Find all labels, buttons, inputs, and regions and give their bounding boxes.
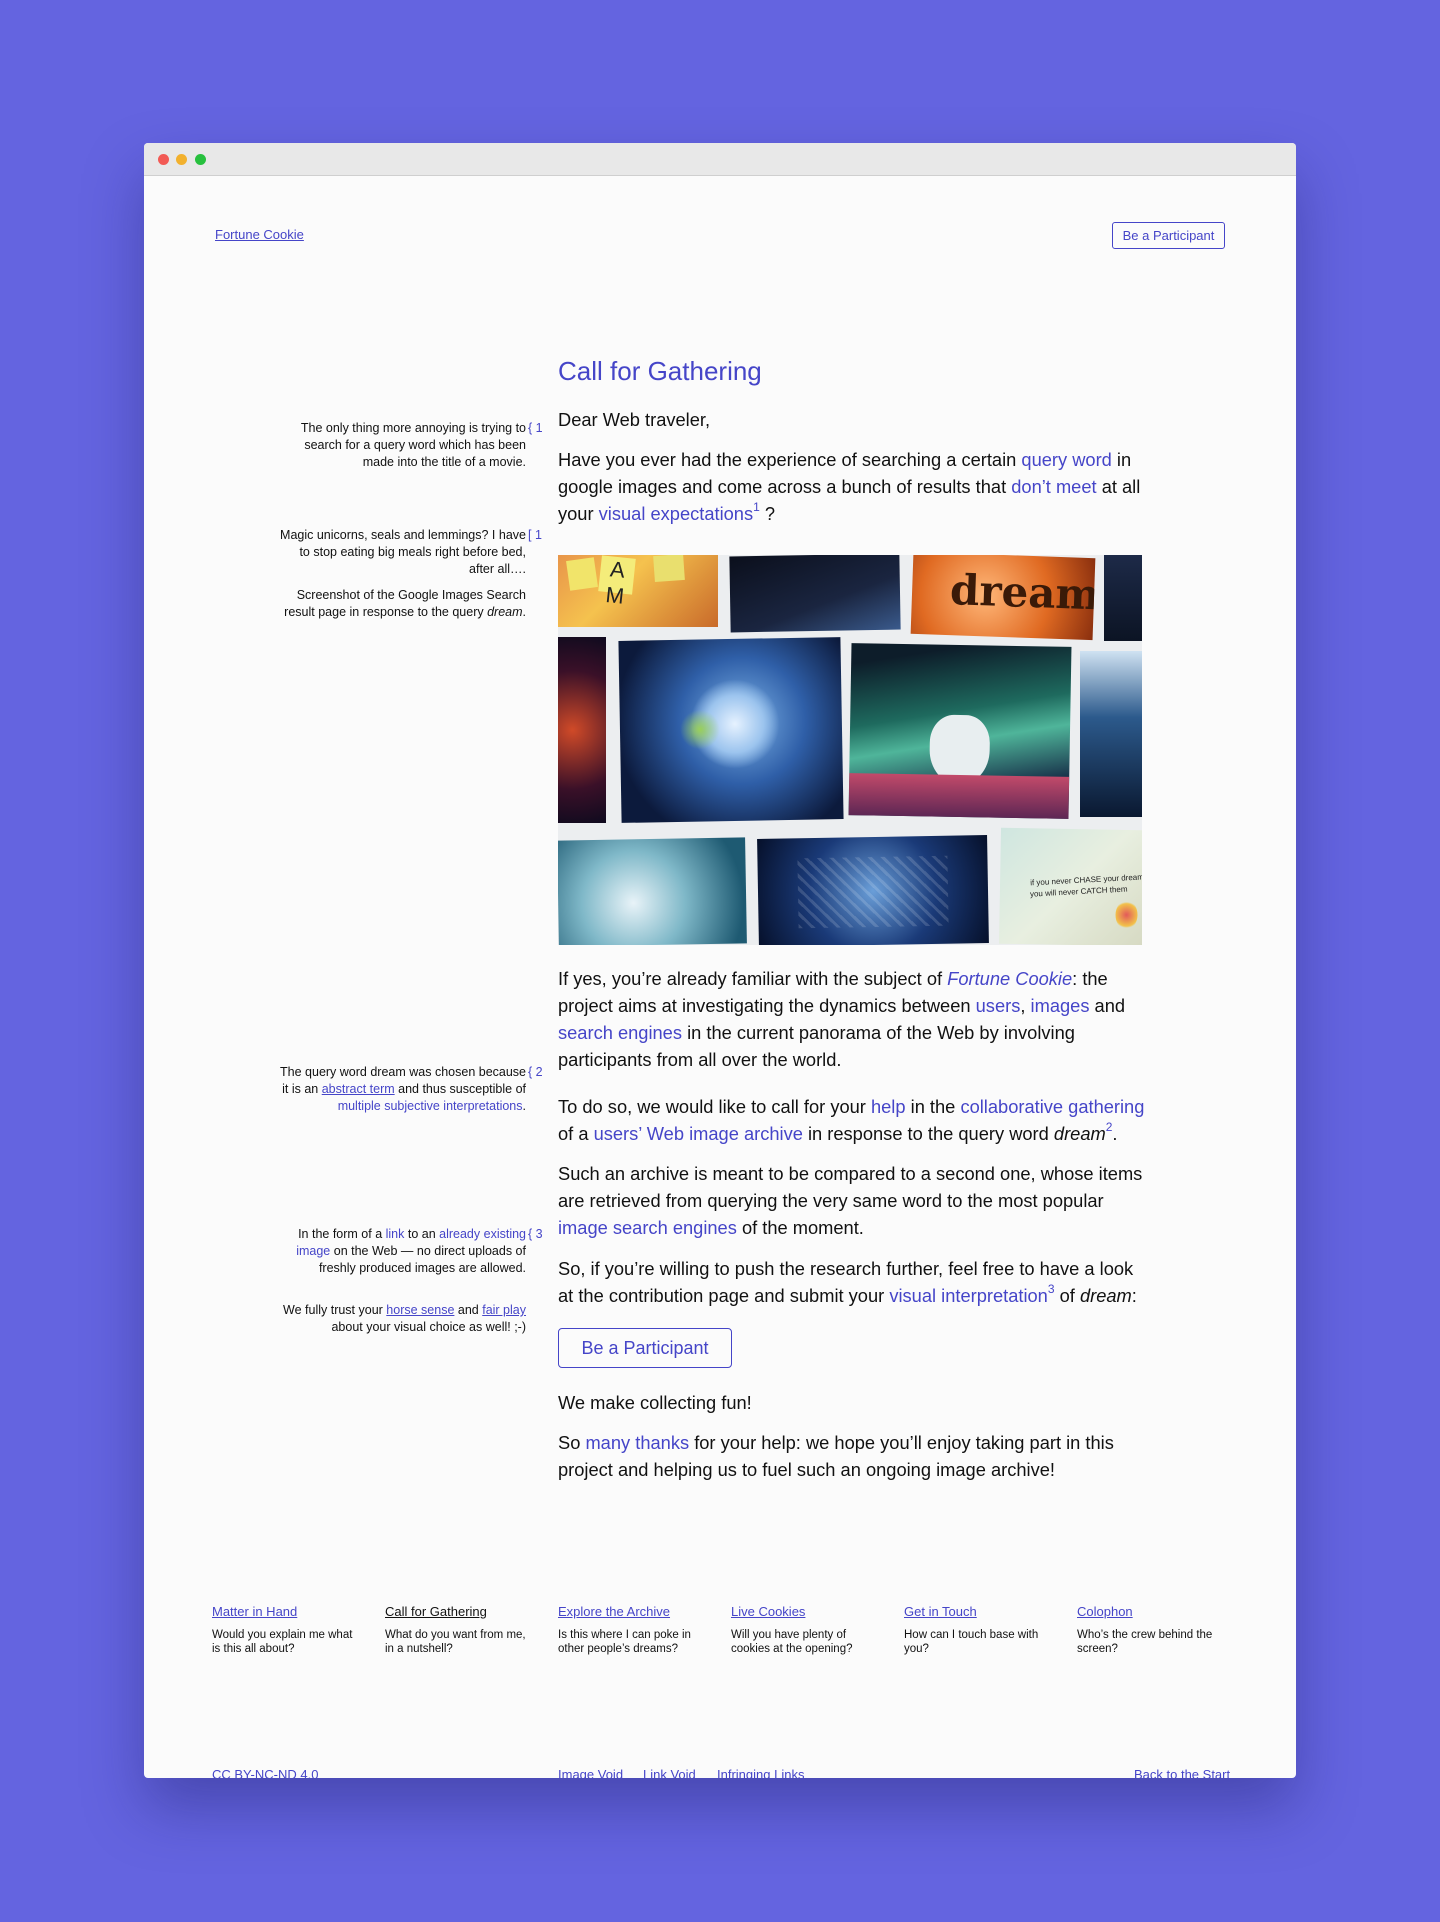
window-titlebar xyxy=(144,143,1296,176)
collage-tile: if you never CHASE your dreams you will … xyxy=(998,827,1142,945)
users-archive-link[interactable]: users’ Web image archive xyxy=(594,1123,803,1144)
collage-tile xyxy=(729,555,901,633)
sidenote-2: The query word dream was chosen because … xyxy=(280,1065,526,1113)
call-paragraph: To do so, we would like to call for your… xyxy=(558,1096,1145,1144)
link-link[interactable]: link xyxy=(386,1227,405,1241)
sidenote-1: The only thing more annoying is trying t… xyxy=(300,421,526,469)
dont-meet-link[interactable]: don’t meet xyxy=(1011,476,1096,497)
site-home-link[interactable]: Fortune Cookie xyxy=(215,227,304,242)
close-window-icon[interactable] xyxy=(158,154,169,165)
abstract-term-link[interactable]: abstract term xyxy=(322,1082,395,1096)
footer-desc: How can I touch base with you? xyxy=(904,1629,1039,1655)
collage-tile xyxy=(558,637,606,823)
horse-sense-link[interactable]: horse sense xyxy=(386,1303,454,1317)
footer-link-call[interactable]: Call for Gathering xyxy=(385,1604,535,1622)
sidenote-trust: We fully trust your horse sense and fair… xyxy=(283,1303,526,1334)
footer-nav-live: Live Cookies Will you have plenty of coo… xyxy=(731,1604,881,1656)
thanks-paragraph: So many thanks for your help: we hope yo… xyxy=(558,1432,1114,1480)
footer-nav-touch: Get in Touch How can I touch base with y… xyxy=(904,1604,1054,1656)
sidenote-2-marker[interactable]: { 2 xyxy=(528,1064,548,1081)
browser-window: Fortune Cookie Be a Participant Call for… xyxy=(144,143,1296,1778)
participate-button[interactable]: Be a Participant xyxy=(558,1328,732,1368)
contribute-paragraph: So, if you’re willing to push the resear… xyxy=(558,1258,1137,1306)
footer-desc: Would you explain me what is this all ab… xyxy=(212,1629,353,1655)
sidenote-image-marker[interactable]: [ 1 xyxy=(528,527,548,544)
visual-expectations-link[interactable]: visual expectations xyxy=(599,503,753,524)
page-title: Call for Gathering xyxy=(558,356,762,386)
maximize-window-icon[interactable] xyxy=(195,154,206,165)
footer-desc: Who’s the crew behind the screen? xyxy=(1077,1629,1213,1655)
footer-link-colophon[interactable]: Colophon xyxy=(1077,1604,1227,1622)
back-to-start-link[interactable]: Back to the Start xyxy=(1134,1767,1230,1778)
users-link[interactable]: users xyxy=(976,995,1021,1016)
image-void-link[interactable]: Image Void xyxy=(558,1767,623,1778)
footer-link-explore[interactable]: Explore the Archive xyxy=(558,1604,708,1622)
page: Fortune Cookie Be a Participant Call for… xyxy=(144,176,1296,1778)
header-participate-button[interactable]: Be a Participant xyxy=(1112,222,1225,249)
google-images-screenshot: A M dream if you never CHASE your dreams… xyxy=(558,555,1142,945)
footer-nav-call: Call for Gathering What do you want from… xyxy=(385,1604,535,1656)
project-paragraph: If yes, you’re already familiar with the… xyxy=(558,968,1126,1070)
footer-link-matter[interactable]: Matter in Hand xyxy=(212,1604,362,1622)
sidenote-1-marker[interactable]: { 1 xyxy=(528,420,548,437)
sidenote-3: In the form of a link to an already exis… xyxy=(296,1227,526,1275)
footnote-ref-3[interactable]: 3 xyxy=(1048,1282,1055,1296)
link-void-link[interactable]: Link Void xyxy=(643,1767,696,1778)
fun-paragraph: We make collecting fun! xyxy=(558,1392,752,1413)
images-link[interactable]: images xyxy=(1031,995,1090,1016)
footer-desc: What do you want from me, in a nutshell? xyxy=(385,1629,526,1655)
collage-tile xyxy=(757,835,989,945)
collaborative-gathering-link[interactable]: collaborative gathering xyxy=(960,1096,1144,1117)
infringing-links-link[interactable]: Infringing Links xyxy=(717,1767,804,1778)
archive-paragraph: Such an archive is meant to be compared … xyxy=(558,1163,1143,1238)
footer-desc: Will you have plenty of cookies at the o… xyxy=(731,1629,853,1655)
help-link[interactable]: help xyxy=(871,1096,906,1117)
footnote-ref-1[interactable]: 1 xyxy=(753,500,760,514)
image-search-engines-link[interactable]: image search engines xyxy=(558,1217,737,1238)
sidenote-3-marker[interactable]: { 3 xyxy=(528,1226,548,1243)
multiple-interpretations-link[interactable]: multiple subjective interpretations xyxy=(338,1099,523,1113)
minimize-window-icon[interactable] xyxy=(176,154,187,165)
collage-tile xyxy=(1104,555,1142,641)
footer-nav-matter: Matter in Hand Would you explain me what… xyxy=(212,1604,362,1656)
footer-desc: Is this where I can poke in other people… xyxy=(558,1629,691,1655)
collage-tile xyxy=(558,837,747,945)
visual-interpretation-link[interactable]: visual interpretation xyxy=(889,1285,1048,1306)
query-word-link[interactable]: query word xyxy=(1021,449,1111,470)
collage-tile: A M xyxy=(558,555,718,627)
many-thanks-link[interactable]: many thanks xyxy=(585,1432,689,1453)
footer-link-touch[interactable]: Get in Touch xyxy=(904,1604,1054,1622)
collage-tile: dream xyxy=(910,555,1096,641)
search-engines-link[interactable]: search engines xyxy=(558,1022,682,1043)
collage-tile xyxy=(618,637,844,823)
sidenote-image: Magic unicorns, seals and lemmings? I ha… xyxy=(280,528,526,576)
footer-nav-explore: Explore the Archive Is this where I can … xyxy=(558,1604,708,1656)
license-link[interactable]: CC BY-NC-ND 4.0 xyxy=(212,1767,318,1778)
collage-tile xyxy=(1080,651,1142,817)
greeting: Dear Web traveler, xyxy=(558,409,711,430)
fortune-cookie-link[interactable]: Fortune Cookie xyxy=(947,968,1072,989)
footer-nav-colophon: Colophon Who’s the crew behind the scree… xyxy=(1077,1604,1227,1656)
fair-play-link[interactable]: fair play xyxy=(482,1303,526,1317)
footnote-ref-2[interactable]: 2 xyxy=(1106,1120,1113,1134)
intro-paragraph: Have you ever had the experience of sear… xyxy=(558,449,1141,524)
collage-tile xyxy=(848,643,1072,819)
footer-link-live[interactable]: Live Cookies xyxy=(731,1604,881,1622)
image-caption: Screenshot of the Google Images Search r… xyxy=(284,588,526,619)
